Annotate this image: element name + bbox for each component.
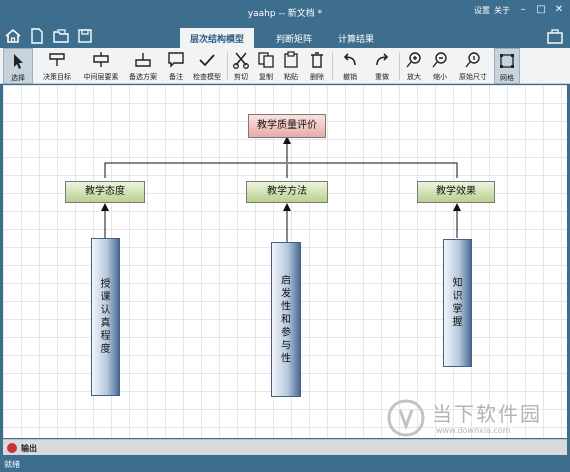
grid-toggle-button[interactable]: 网格	[494, 48, 520, 84]
briefcase-icon[interactable]	[546, 27, 564, 45]
output-panel-bar[interactable]: 输出	[3, 439, 567, 455]
redo-button[interactable]: 重做	[368, 48, 396, 84]
cursor-icon	[14, 54, 23, 69]
undo-icon	[343, 53, 356, 66]
alternative-label: 授课认真程度	[100, 279, 111, 355]
toolbar: 选择 决策目标 中间层要素 备选方案 备注 检查模型 剪切 复制 粘贴 删除 撤…	[0, 48, 570, 84]
trash-icon	[311, 52, 323, 68]
goal-node[interactable]: 教学质量评价	[248, 114, 326, 138]
alternative-node-3[interactable]: 知识掌握	[443, 239, 472, 367]
zoom-reset-icon	[465, 52, 480, 68]
output-icon	[7, 443, 17, 453]
comment-button[interactable]: 备注	[164, 48, 188, 84]
minimize-icon[interactable]: –	[516, 3, 530, 17]
zoom-reset-button[interactable]: 原始尺寸	[455, 48, 491, 84]
tab-hierarchy-model[interactable]: 层次结构模型	[180, 28, 255, 48]
decision-goal-button[interactable]: 决策目标	[38, 48, 76, 84]
tab-calculation-results[interactable]: 计算结果	[328, 28, 384, 48]
scissors-icon	[233, 52, 249, 69]
link-criterion-3-goal	[288, 162, 458, 178]
save-icon[interactable]	[76, 27, 94, 45]
watermark-logo-icon	[387, 399, 425, 437]
toolbar-divider	[399, 52, 400, 80]
criterion-node-attitude[interactable]: 教学态度	[65, 181, 145, 203]
alternative-button[interactable]: 备选方案	[124, 48, 162, 84]
watermark: 当下软件园 www.downxia.com	[386, 396, 566, 444]
zoom-in-button[interactable]: 放大	[402, 48, 426, 84]
toolbar-divider	[332, 52, 333, 80]
tab-judgment-matrix[interactable]: 判断矩阵	[266, 28, 322, 48]
alternative-node-1[interactable]: 授课认真程度	[91, 238, 120, 396]
check-icon	[199, 54, 215, 67]
alternative-icon	[135, 53, 151, 67]
alternative-label: 启发性和参与性	[281, 275, 291, 364]
undo-button[interactable]: 撤销	[336, 48, 364, 84]
intermediate-factor-icon	[93, 52, 109, 67]
criterion-node-method[interactable]: 教学方法	[246, 181, 328, 203]
copy-button[interactable]: 复制	[255, 48, 277, 84]
select-tool-button[interactable]: 选择	[3, 48, 33, 84]
home-icon[interactable]	[4, 27, 22, 45]
copy-icon	[258, 52, 274, 68]
status-bar: 就绪	[0, 456, 570, 472]
comment-icon	[168, 52, 184, 68]
paste-icon	[284, 51, 298, 68]
delete-button[interactable]: 删除	[306, 48, 328, 84]
status-text: 就绪	[4, 460, 20, 469]
zoom-out-button[interactable]: 缩小	[428, 48, 452, 84]
grid-icon	[500, 54, 514, 68]
open-folder-icon[interactable]	[52, 27, 70, 45]
model-canvas[interactable]: 教学质量评价 教学态度 教学方法 教学效果 授课认真程度 启发性和参与性 知识掌…	[3, 85, 567, 438]
output-label: 输出	[21, 444, 37, 453]
watermark-name: 当下软件园	[432, 402, 542, 426]
watermark-url: www.downxia.com	[436, 426, 511, 435]
title-bar: yaahp -- 新文档 * 设置 关于 – □ ✕	[0, 0, 570, 24]
link-criterion-1-goal	[104, 162, 286, 178]
ribbon-header: 层次结构模型 判断矩阵 计算结果	[0, 24, 570, 48]
alternative-label: 知识掌握	[452, 278, 463, 328]
alternative-node-2[interactable]: 启发性和参与性	[271, 242, 301, 397]
zoom-in-icon	[406, 52, 421, 68]
criterion-node-effect[interactable]: 教学效果	[417, 181, 495, 203]
about-link[interactable]: 关于	[494, 5, 510, 16]
decision-goal-icon	[49, 53, 65, 66]
close-icon[interactable]: ✕	[552, 3, 566, 17]
toolbar-divider	[227, 52, 228, 80]
settings-link[interactable]: 设置	[474, 5, 490, 16]
intermediate-factor-button[interactable]: 中间层要素	[80, 48, 122, 84]
cut-button[interactable]: 剪切	[230, 48, 252, 84]
new-document-icon[interactable]	[28, 27, 46, 45]
zoom-out-icon	[432, 52, 447, 68]
check-model-button[interactable]: 检查模型	[190, 48, 224, 84]
maximize-icon[interactable]: □	[534, 3, 548, 17]
paste-button[interactable]: 粘贴	[280, 48, 302, 84]
redo-icon	[376, 53, 389, 66]
